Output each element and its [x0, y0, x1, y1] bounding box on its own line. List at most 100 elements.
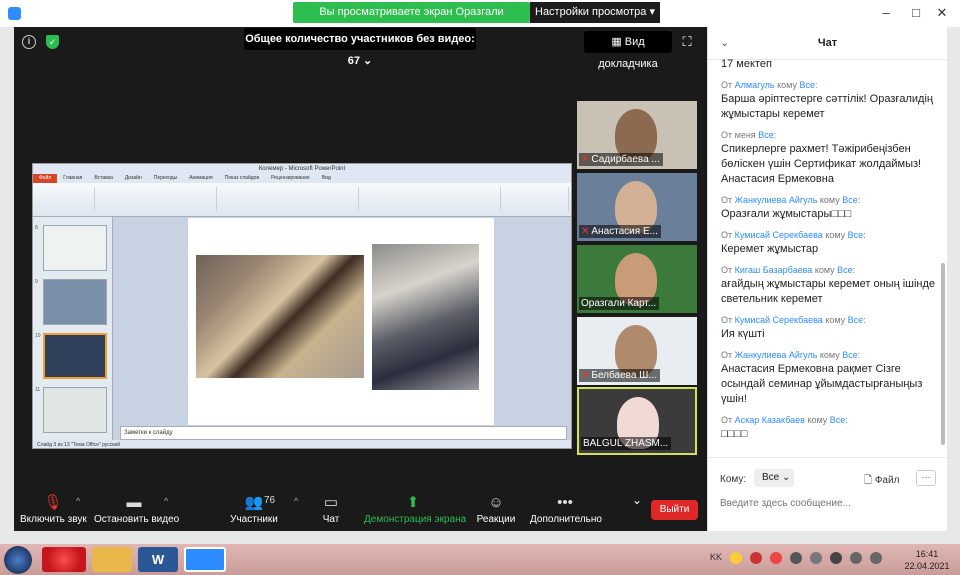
- from-prefix: От: [721, 415, 735, 425]
- share-screen-label: Демонстрация экрана: [364, 514, 467, 525]
- language-indicator[interactable]: KK: [710, 552, 722, 562]
- video-tile[interactable]: ✕ Садирбаева ...: [577, 101, 697, 169]
- message-header: От Аскар Казакбаев кому Все:: [721, 415, 848, 425]
- sender-name[interactable]: Алмагуль: [735, 80, 775, 90]
- chat-header: ⌄ Чат: [708, 27, 947, 60]
- chat-message: От Жанкулиева Айгуль кому Все: Анастасия…: [708, 349, 948, 407]
- recipient-name[interactable]: Все: [837, 265, 853, 275]
- opera-tray-icon[interactable]: [770, 552, 782, 564]
- start-button[interactable]: [4, 546, 32, 574]
- info-icon[interactable]: i: [22, 35, 36, 49]
- from-prefix: От: [721, 265, 735, 275]
- close-icon[interactable]: ✕: [932, 4, 952, 22]
- maximize-icon[interactable]: □: [906, 4, 926, 22]
- zoom-icon[interactable]: [184, 547, 226, 572]
- clock[interactable]: 16:41 22.04.2021: [897, 548, 957, 572]
- file-label: Файл: [874, 475, 900, 486]
- sender-name[interactable]: Аскар Казакбаев: [735, 415, 805, 425]
- message-text: Барша әріптестерге сәттілік! Оразғалидің…: [721, 93, 933, 120]
- ppt-title-bar: Колемер - Microsoft PowerPoint: [33, 164, 571, 174]
- battery-icon[interactable]: [830, 552, 842, 564]
- recipient-name[interactable]: Все: [848, 230, 864, 240]
- view-settings-button[interactable]: Настройки просмотра ▾: [530, 2, 660, 23]
- slide-thumbnail: [43, 225, 107, 271]
- chevron-up-icon[interactable]: ^: [76, 496, 80, 506]
- recipient-select[interactable]: Все ⌄: [754, 469, 794, 487]
- word-icon[interactable]: W: [138, 547, 178, 572]
- chat-scrollbar[interactable]: [941, 263, 945, 445]
- message-text: ағайдың жұмыстары керемет оның ішінде св…: [721, 278, 936, 305]
- message-header: От Жанкулиева Айгуль кому Все:: [721, 195, 861, 205]
- more-button[interactable]: ••• Дополнительно: [530, 493, 602, 527]
- video-tile[interactable]: Оразгали Карт...: [577, 245, 697, 313]
- chat-button[interactable]: ▭ Чат: [316, 493, 346, 527]
- participant-name-text: Анастасия Е...: [591, 226, 658, 237]
- video-tile[interactable]: ✕ Анастасия Е...: [577, 173, 697, 241]
- window-title-bar: Вы просматриваете экран Оразгали Картжан…: [0, 0, 960, 39]
- sender-name[interactable]: Жанкулиева Айгуль: [735, 350, 818, 360]
- opera-icon[interactable]: [42, 547, 86, 572]
- chevron-up-icon[interactable]: ^: [294, 496, 298, 506]
- update-icon[interactable]: [790, 552, 802, 564]
- sender-name[interactable]: Кумисай Серекбаева: [735, 315, 823, 325]
- participants-without-video-banner[interactable]: Общее количество участников без видео: 6…: [244, 28, 476, 67]
- chat-label: Чат: [322, 514, 340, 525]
- sender-name[interactable]: Кигаш Базарбаева: [735, 265, 813, 275]
- chat-message: 17 мектеп: [708, 57, 948, 72]
- ribbon-group: [97, 187, 217, 211]
- chat-message-input[interactable]: [720, 494, 935, 512]
- participant-name: ✕ Садирбаева ...: [579, 153, 663, 166]
- screen-share-banner: Вы просматриваете экран Оразгали Картжан…: [293, 2, 530, 39]
- sender-name[interactable]: Жанкулиева Айгуль: [735, 195, 818, 205]
- yandex-icon[interactable]: [730, 552, 742, 564]
- video-tile[interactable]: ✕ Белбаева Ш...: [577, 317, 697, 385]
- chat-more-button[interactable]: ···: [916, 470, 936, 486]
- thumb-number: 8: [35, 225, 38, 231]
- share-screen-button[interactable]: ⬆ Демонстрация экрана: [364, 493, 467, 527]
- network-icon[interactable]: [810, 552, 822, 564]
- leave-meeting-button[interactable]: Выйти: [651, 500, 698, 520]
- shield-icon[interactable]: ✓: [46, 35, 59, 49]
- recipient-name[interactable]: Все: [758, 130, 774, 140]
- message-text: Спикерлерге рахмет! Тәжірибеңізбен бөліс…: [721, 143, 922, 185]
- participant-name-text: BALGUL ZHASM...: [583, 438, 669, 449]
- clock-date: 22.04.2021: [904, 561, 950, 571]
- antivirus-icon[interactable]: [750, 552, 762, 564]
- slide-thumbnails: 8 9 10 11: [33, 217, 113, 440]
- muted-mic-icon: ✕: [581, 154, 590, 165]
- speaker-view-button[interactable]: ▦ Вид докладчика: [584, 31, 672, 70]
- recipient-name[interactable]: Все: [830, 415, 846, 425]
- wifi-icon[interactable]: [850, 552, 862, 564]
- file-button[interactable]: 🗋 Файл: [864, 473, 899, 490]
- chevron-up-icon[interactable]: ^: [164, 496, 168, 506]
- chat-title: Чат: [817, 37, 838, 49]
- chat-bubble-icon: ▭: [323, 494, 339, 511]
- recipient-name[interactable]: Все: [842, 195, 858, 205]
- from-prefix: От: [721, 350, 735, 360]
- ppt-tab: Дизайн: [124, 175, 142, 181]
- to-prefix: кому: [812, 265, 838, 275]
- recipient-name[interactable]: Все: [842, 350, 858, 360]
- reactions-button[interactable]: ☺ Реакции: [472, 493, 520, 527]
- video-tile-active[interactable]: BALGUL ZHASM...: [577, 387, 697, 455]
- chat-message: От Кумисай Серекбаева кому Все: Ия күшті: [708, 314, 948, 342]
- participant-name: Оразгали Карт...: [579, 297, 660, 310]
- sender-name[interactable]: Кумисай Серекбаева: [735, 230, 823, 240]
- minimize-icon[interactable]: –: [876, 4, 896, 22]
- from-prefix: От: [721, 195, 735, 205]
- stop-video-button[interactable]: ▬ Остановить видео: [94, 493, 179, 527]
- participants-banner-text: Общее количество участников без видео: 6…: [245, 33, 475, 67]
- file-explorer-icon[interactable]: [92, 547, 132, 572]
- fullscreen-icon[interactable]: ⛶: [680, 35, 694, 49]
- volume-icon[interactable]: [870, 552, 882, 564]
- chat-message: От меня Все: Спикерлерге рахмет! Тәжіриб…: [708, 129, 948, 187]
- recipient-name[interactable]: Все: [848, 315, 864, 325]
- message-text: Оразғали жұмыстары□□□: [721, 208, 852, 220]
- video-camera-icon: ▬: [126, 494, 142, 511]
- message-header: От Кигаш Базарбаева кому Все:: [721, 265, 856, 275]
- ppt-tab: Главная: [63, 175, 83, 181]
- chat-message: От Алмагуль кому Все: Барша әріптестерге…: [708, 79, 948, 122]
- recipient-name[interactable]: Все: [799, 80, 815, 90]
- message-text: Анастасия Ермековна рақмет Сізге осындай…: [721, 363, 923, 405]
- share-screen-icon: ⬆: [406, 494, 420, 511]
